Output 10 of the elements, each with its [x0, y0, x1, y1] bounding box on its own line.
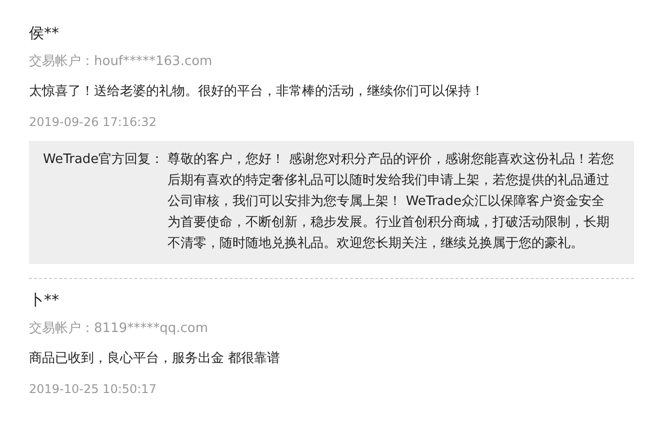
reply-text: 尊敬的客户，您好！ 感谢您对积分产品的评价，感谢您能喜欢这份礼品！若您后期有喜欢的特定奢侈礼品可以随时发给我们申请上架，若您提供的礼品通过公司审核，我们可以安排为您专属上架！ WeTrade众汇以保障客户资金安全为首要使命，不断创新，稳步发展。行业首创积分商城，打破活动限制，长期不清零，随时随地兑换礼品。欢迎您长期关注，继续兑换属于您的豪礼。 — [168, 151, 615, 253]
reply-label: WeTrade官方回复： — [43, 151, 164, 169]
reviewer-name: 侯** — [29, 23, 60, 44]
review-time: 2019-10-25 10:50:17 — [29, 381, 158, 398]
account-label: 交易帐户：8119*****qq.com — [29, 320, 209, 338]
reviewer-name: 卜** — [29, 290, 60, 311]
review-text: 商品已收到，良心平台，服务出金 都很靠谱 — [29, 350, 282, 368]
review-time: 2019-09-26 17:16:32 — [29, 114, 158, 131]
review-text: 太惊喜了！送给老婆的礼物。很好的平台，非常棒的活动，继续你们可以保持！ — [29, 83, 485, 101]
account-label: 交易帐户：houf*****163.com — [29, 53, 214, 71]
